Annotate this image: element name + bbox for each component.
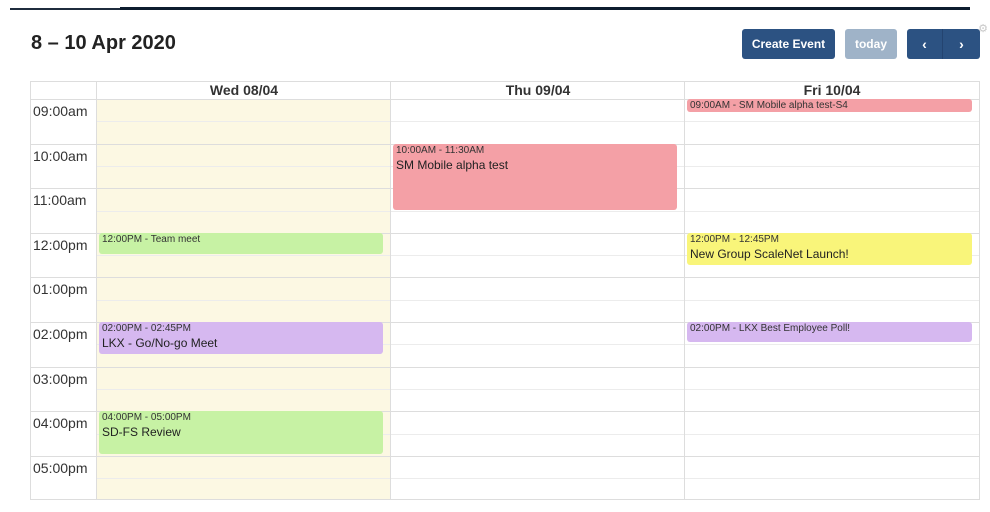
hour-line [31, 277, 979, 278]
time-label: 09:00am [33, 103, 88, 119]
time-label: 11:00am [33, 192, 87, 208]
next-button[interactable]: › [943, 29, 980, 59]
time-label: 01:00pm [33, 281, 88, 297]
event-team-meet[interactable]: 12:00PM - Team meet [99, 233, 383, 254]
column-header-fri: Fri 10/04 [803, 82, 861, 98]
event-title: 12:00PM - Team meet [102, 234, 201, 245]
time-label: 10:00am [33, 148, 88, 164]
event-lkx-go-no-go[interactable]: 02:00PM - 02:45PM LKX - Go/No-go Meet [99, 322, 383, 354]
event-scalenet-launch[interactable]: 12:00PM - 12:45PM New Group ScaleNet Lau… [687, 233, 972, 265]
top-border-accent [120, 7, 970, 10]
top-border [0, 0, 990, 10]
half-hour-line [97, 300, 979, 301]
half-hour-line [97, 211, 979, 212]
event-time: 04:00PM - 05:00PM [102, 412, 191, 423]
event-lkx-employee-poll[interactable]: 02:00PM - LKX Best Employee Poll! [687, 322, 972, 342]
hour-line [31, 367, 979, 368]
time-label: 03:00pm [33, 371, 88, 387]
event-title: 02:00PM - LKX Best Employee Poll! [690, 323, 851, 334]
create-event-button[interactable]: Create Event [742, 29, 835, 59]
chevron-left-icon: ‹ [922, 36, 927, 52]
column-header-thu: Thu 09/04 [505, 82, 571, 98]
half-hour-line [97, 389, 979, 390]
column-divider [684, 82, 685, 499]
prev-button[interactable]: ‹ [907, 29, 943, 59]
today-button[interactable]: today [845, 29, 897, 59]
event-title: New Group ScaleNet Launch! [690, 247, 849, 261]
week-calendar-grid: Wed 08/04 Thu 09/04 Fri 10/04 09:00am 10:… [30, 81, 980, 500]
event-title: LKX - Go/No-go Meet [102, 336, 218, 350]
event-sm-mobile-alpha[interactable]: 10:00AM - 11:30AM SM Mobile alpha test [393, 144, 677, 210]
half-hour-line [97, 478, 979, 479]
hour-line [31, 456, 979, 457]
event-time: 12:00PM - 12:45PM [690, 234, 779, 245]
time-label: 02:00pm [33, 326, 88, 342]
event-sd-fs-review[interactable]: 04:00PM - 05:00PM SD-FS Review [99, 411, 383, 454]
event-sm-mobile-alpha-s4[interactable]: 09:00AM - SM Mobile alpha test-S4 [687, 99, 972, 112]
event-time: 02:00PM - 02:45PM [102, 323, 191, 334]
event-time: 10:00AM - 11:30AM [396, 145, 485, 156]
time-label: 04:00pm [33, 415, 88, 431]
time-label: 12:00pm [33, 237, 88, 253]
event-title: 09:00AM - SM Mobile alpha test-S4 [690, 100, 848, 111]
column-header-wed: Wed 08/04 [209, 82, 279, 98]
chevron-right-icon: › [959, 36, 964, 52]
event-title: SD-FS Review [102, 425, 181, 439]
half-hour-line [97, 121, 979, 122]
event-title: SM Mobile alpha test [396, 158, 509, 172]
column-divider [390, 82, 391, 499]
page-title: 8 – 10 Apr 2020 [31, 32, 176, 54]
time-label: 05:00pm [33, 460, 88, 476]
date-nav-group: ‹ › [907, 29, 980, 59]
column-divider [96, 82, 97, 499]
